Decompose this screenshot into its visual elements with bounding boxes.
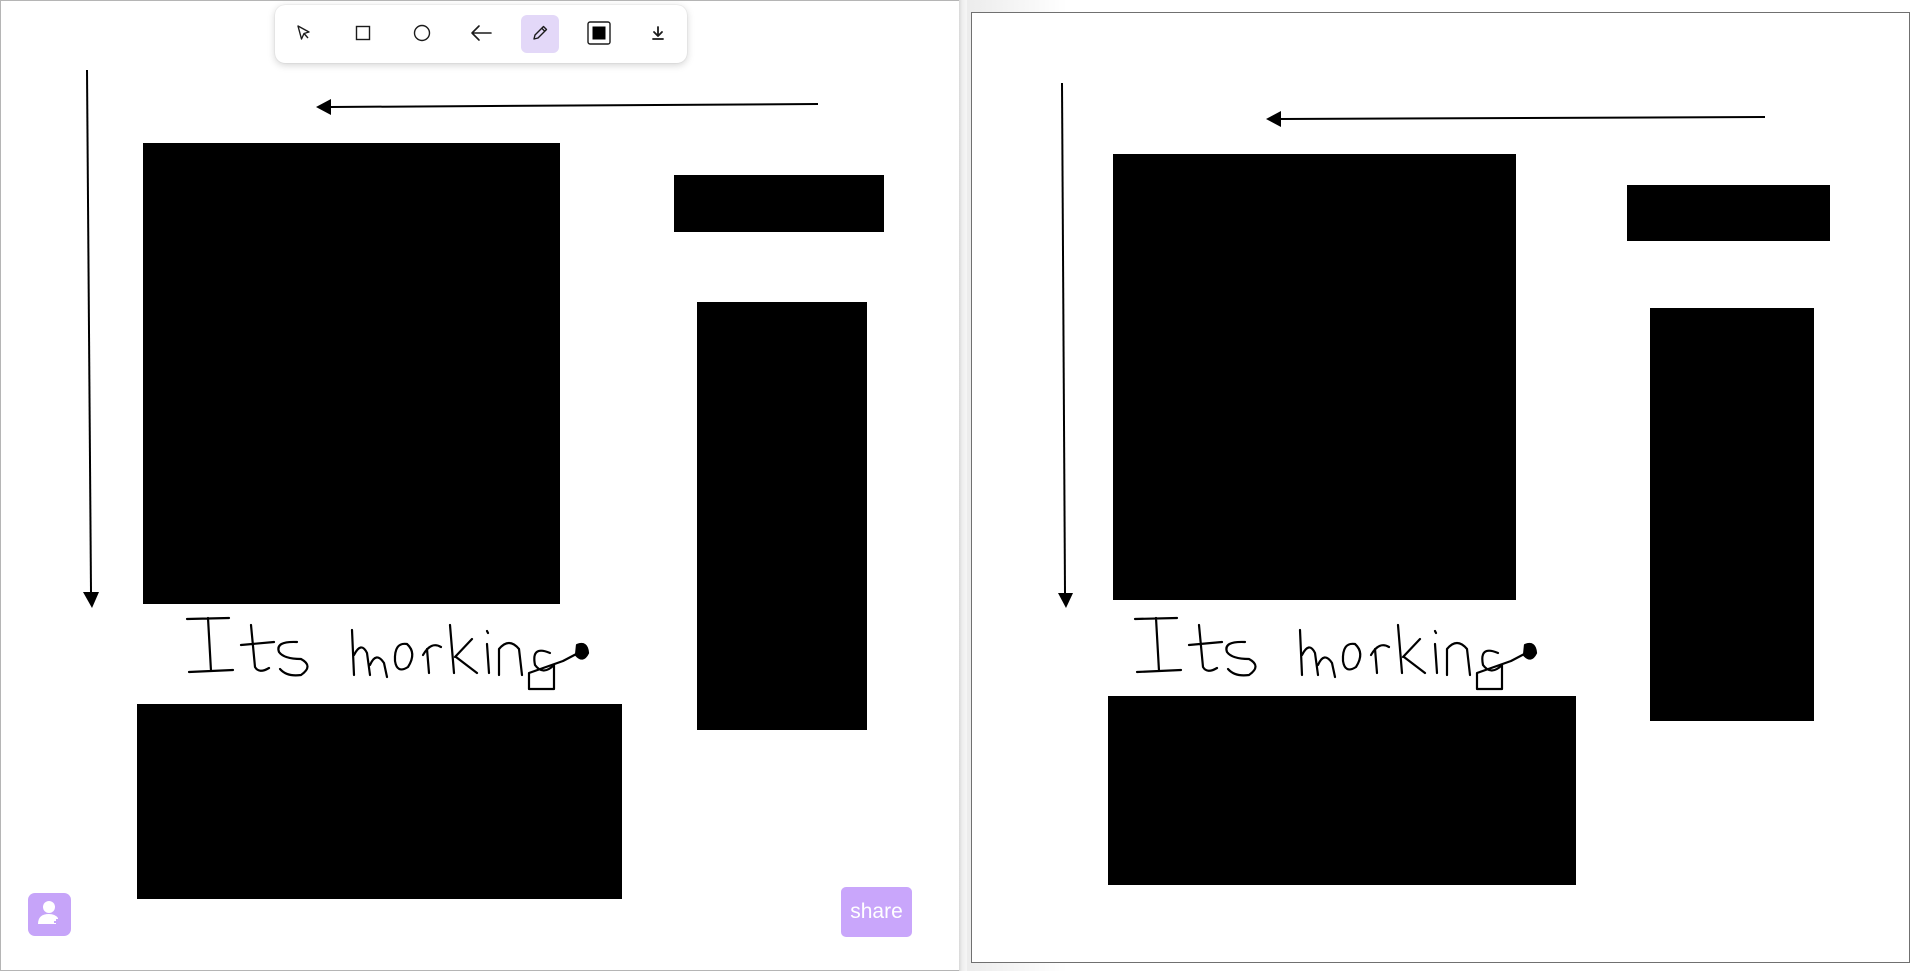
circle-tool[interactable] bbox=[403, 15, 441, 53]
canvas-drawing-layer[interactable] bbox=[1, 1, 959, 970]
pencil-icon bbox=[530, 23, 550, 46]
add-user-button[interactable] bbox=[28, 893, 71, 936]
preview-tall-rectangle bbox=[1650, 308, 1814, 721]
preview-drawing-layer bbox=[1058, 82, 1830, 885]
cursor-icon bbox=[295, 24, 313, 45]
circle-icon bbox=[412, 23, 432, 46]
handwritten-text[interactable] bbox=[185, 616, 590, 691]
preview-large-rectangle bbox=[1113, 154, 1516, 600]
tall-rectangle[interactable] bbox=[697, 302, 867, 730]
share-button[interactable]: share bbox=[841, 887, 912, 937]
wide-rectangle[interactable] bbox=[137, 704, 622, 899]
preview-vertical-arrow bbox=[1058, 82, 1073, 608]
pane-divider[interactable] bbox=[959, 0, 967, 971]
preview-small-rectangle bbox=[1627, 185, 1830, 241]
download-icon bbox=[650, 25, 666, 44]
preview-wide-rectangle bbox=[1108, 696, 1576, 885]
square-icon bbox=[354, 24, 372, 45]
preview-canvas bbox=[971, 12, 1910, 963]
horizontal-arrow[interactable] bbox=[316, 99, 819, 115]
fill-tool[interactable] bbox=[580, 15, 618, 53]
pencil-tool[interactable] bbox=[521, 15, 559, 53]
filled-square-icon bbox=[587, 20, 611, 48]
small-rectangle[interactable] bbox=[674, 175, 884, 232]
preview-handwritten-text bbox=[1133, 616, 1538, 691]
download-tool[interactable] bbox=[639, 15, 677, 53]
arrow-left-icon bbox=[469, 23, 493, 46]
preview-horizontal-arrow bbox=[1266, 111, 1766, 127]
select-tool[interactable] bbox=[285, 15, 323, 53]
vertical-arrow[interactable] bbox=[83, 69, 99, 608]
drawing-canvas[interactable]: share bbox=[0, 0, 960, 971]
large-rectangle[interactable] bbox=[143, 143, 560, 604]
arrow-tool[interactable] bbox=[462, 15, 500, 53]
person-add-icon bbox=[35, 897, 65, 932]
rectangle-tool[interactable] bbox=[344, 15, 382, 53]
toolbar bbox=[275, 5, 687, 63]
